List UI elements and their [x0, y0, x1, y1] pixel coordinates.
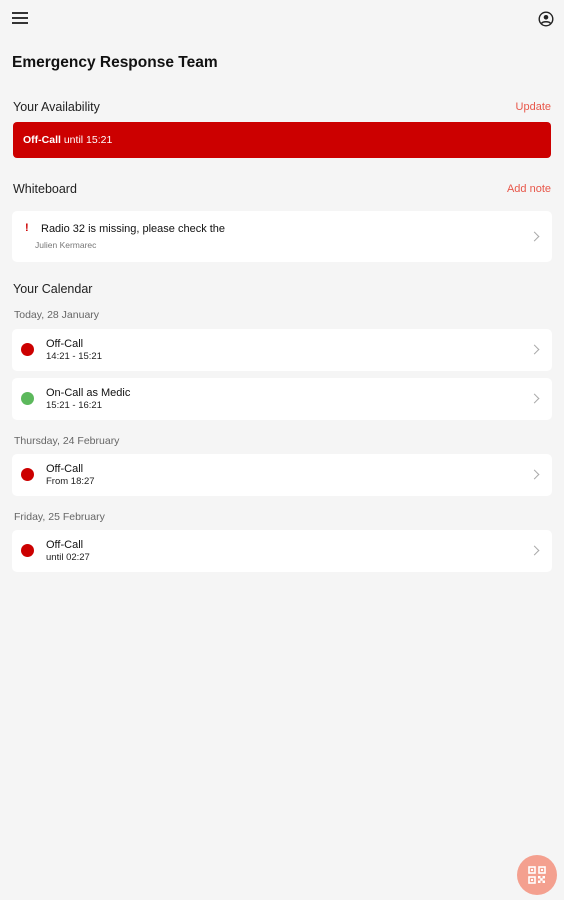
calendar-event[interactable]: Off-Call From 18:27: [12, 454, 552, 496]
whiteboard-header: Whiteboard Add note: [13, 182, 551, 200]
calendar-date-heading: Thursday, 24 February: [14, 435, 120, 447]
availability-header: Your Availability Update: [13, 100, 551, 118]
off-call-status-dot: [21, 468, 34, 481]
page-title: Emergency Response Team: [12, 54, 218, 71]
event-title: Off-Call: [46, 463, 84, 475]
chevron-right-icon: [529, 545, 540, 556]
availability-status-text: Off-Call until 15:21: [23, 134, 112, 146]
top-app-bar: [0, 0, 564, 40]
event-time: 14:21 - 15:21: [46, 351, 102, 362]
availability-status: Off-Call: [23, 134, 61, 146]
event-time: until 02:27: [46, 552, 90, 563]
event-time: 15:21 - 16:21: [46, 400, 102, 411]
account-circle-icon[interactable]: [538, 11, 554, 27]
chevron-right-icon: [529, 393, 540, 404]
calendar-date-heading: Today, 28 January: [14, 309, 100, 321]
availability-label: Your Availability: [13, 100, 100, 114]
event-title: Off-Call: [46, 338, 84, 350]
menu-icon[interactable]: [12, 12, 28, 26]
on-call-status-dot: [21, 392, 34, 405]
calendar-header: Your Calendar: [13, 282, 551, 300]
off-call-status-dot: [21, 343, 34, 356]
add-note-link[interactable]: Add note: [507, 183, 551, 195]
availability-status-banner[interactable]: Off-Call until 15:21: [13, 122, 551, 158]
event-time: From 18:27: [46, 476, 95, 487]
chevron-right-icon: [529, 344, 540, 355]
qr-scan-button[interactable]: [517, 855, 557, 895]
chevron-right-icon: [529, 469, 540, 480]
update-availability-link[interactable]: Update: [516, 101, 551, 113]
note-author: Julien Kermarec: [35, 240, 97, 250]
availability-until: until 15:21: [63, 134, 113, 146]
calendar-event[interactable]: On-Call as Medic 15:21 - 16:21: [12, 378, 552, 420]
exclamation-icon: !: [25, 222, 29, 234]
event-title: On-Call as Medic: [46, 387, 131, 399]
event-title: Off-Call: [46, 539, 84, 551]
calendar-label: Your Calendar: [13, 282, 93, 296]
qr-code-icon: [528, 866, 546, 884]
calendar-event[interactable]: Off-Call 14:21 - 15:21: [12, 329, 552, 371]
whiteboard-label: Whiteboard: [13, 182, 77, 196]
calendar-event[interactable]: Off-Call until 02:27: [12, 530, 552, 572]
calendar-date-heading: Friday, 25 February: [14, 511, 105, 523]
off-call-status-dot: [21, 544, 34, 557]
note-title: Radio 32 is missing, please check the: [41, 223, 226, 235]
whiteboard-note-card[interactable]: ! Radio 32 is missing, please check the …: [12, 211, 552, 262]
chevron-right-icon: [529, 231, 540, 242]
